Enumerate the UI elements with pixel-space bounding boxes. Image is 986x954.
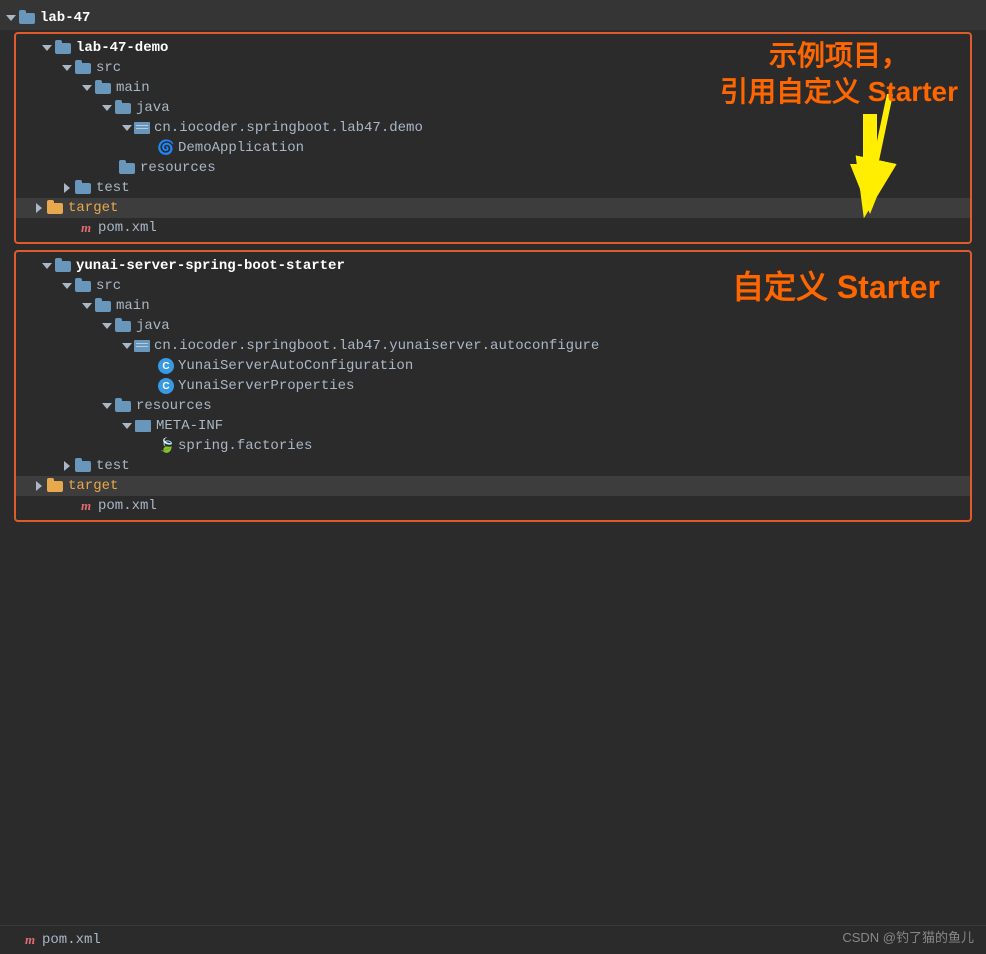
s2-auto-config[interactable]: C YunaiServerAutoConfiguration — [16, 356, 970, 376]
s2-maven-icon: m — [78, 498, 94, 514]
s2-main-triangle — [82, 303, 92, 309]
s1-src-folder — [74, 61, 92, 75]
s2-target-label: target — [68, 478, 118, 494]
s1-app-label: DemoApplication — [178, 140, 304, 156]
s1-src-triangle — [62, 65, 72, 71]
s2-res-label: resources — [136, 398, 212, 414]
s2-class-icon2: C — [158, 378, 174, 394]
s2-factories-label: spring.factories — [178, 438, 312, 454]
s1-root-label: lab-47-demo — [76, 40, 168, 56]
s2-src-label: src — [96, 278, 121, 294]
csdn-label: CSDN @钓了猫的鱼儿 — [842, 927, 974, 946]
root-folder-icon — [18, 11, 36, 25]
s1-test-triangle — [64, 183, 70, 193]
s2-target[interactable]: target — [16, 476, 970, 496]
section1-box: lab-47-demo src main java cn.iocoder.spr… — [14, 32, 972, 244]
s1-pom-label: pom.xml — [98, 220, 157, 236]
s2-ac-label: YunaiServerAutoConfiguration — [178, 358, 413, 374]
s2-properties[interactable]: C YunaiServerProperties — [16, 376, 970, 396]
s1-res-folder — [118, 161, 136, 175]
s2-main-label: main — [116, 298, 150, 314]
s2-java-label: java — [136, 318, 170, 334]
s1-java-folder — [114, 101, 132, 115]
s2-meta-label: META-INF — [156, 418, 223, 434]
s1-resources[interactable]: resources — [16, 158, 970, 178]
s2-test-triangle — [64, 461, 70, 471]
root-label: lab-47 — [40, 10, 90, 26]
s1-java[interactable]: java — [16, 98, 970, 118]
s1-java-triangle — [102, 105, 112, 111]
s1-pom[interactable]: m pom.xml — [16, 218, 970, 238]
s2-root-triangle — [42, 263, 52, 269]
s2-res-folder — [114, 399, 132, 413]
s1-java-label: java — [136, 100, 170, 116]
s1-target-triangle — [36, 203, 42, 213]
s2-main[interactable]: main — [16, 296, 970, 316]
root-item[interactable]: lab-47 — [0, 0, 986, 30]
s1-main-triangle — [82, 85, 92, 91]
s2-factories[interactable]: 🍃 spring.factories — [16, 436, 970, 456]
s1-test-label: test — [96, 180, 130, 196]
s1-test[interactable]: test — [16, 178, 970, 198]
s1-test-folder — [74, 181, 92, 195]
s1-res-label: resources — [140, 160, 216, 176]
s1-main[interactable]: main — [16, 78, 970, 98]
s2-package[interactable]: cn.iocoder.springboot.lab47.yunaiserver.… — [16, 336, 970, 356]
s1-target[interactable]: target — [16, 198, 970, 218]
s2-java-folder — [114, 319, 132, 333]
s2-class-icon1: C — [158, 358, 174, 374]
s1-src[interactable]: src — [16, 58, 970, 78]
section1-root[interactable]: lab-47-demo — [16, 38, 970, 58]
s2-java-triangle — [102, 323, 112, 329]
s2-pom[interactable]: m pom.xml — [16, 496, 970, 516]
s1-main-folder — [94, 81, 112, 95]
s1-spring-icon: 🌀 — [158, 140, 174, 156]
s2-main-folder — [94, 299, 112, 313]
s2-src-triangle — [62, 283, 72, 289]
file-tree: lab-47 lab-47-demo src main java — [0, 0, 986, 954]
s2-pom-label: pom.xml — [98, 498, 157, 514]
s2-factories-icon: 🍃 — [158, 438, 174, 454]
root-triangle — [6, 15, 16, 21]
s2-res-triangle — [102, 403, 112, 409]
s2-prop-label: YunaiServerProperties — [178, 378, 354, 394]
s2-meta-folder — [134, 419, 152, 433]
s2-pkg-triangle — [122, 343, 132, 349]
s2-pkg-label: cn.iocoder.springboot.lab47.yunaiserver.… — [154, 338, 599, 354]
s2-metainf[interactable]: META-INF — [16, 416, 970, 436]
s1-demo-app[interactable]: 🌀 DemoApplication — [16, 138, 970, 158]
s2-src-folder — [74, 279, 92, 293]
s2-test-label: test — [96, 458, 130, 474]
s1-main-label: main — [116, 80, 150, 96]
yellow-arrow — [830, 94, 910, 224]
s2-test[interactable]: test — [16, 456, 970, 476]
s1-root-triangle — [42, 45, 52, 51]
s1-target-label: target — [68, 200, 118, 216]
s2-resources[interactable]: resources — [16, 396, 970, 416]
s1-root-folder-icon — [54, 41, 72, 55]
section2-root[interactable]: yunai-server-spring-boot-starter — [16, 256, 970, 276]
s2-root-folder — [54, 259, 72, 273]
s2-target-triangle — [36, 481, 42, 491]
bottom-maven-icon: m — [22, 932, 38, 948]
s2-test-folder — [74, 459, 92, 473]
s2-src[interactable]: src — [16, 276, 970, 296]
s1-target-folder — [46, 201, 64, 215]
s1-pkg-triangle — [122, 125, 132, 131]
s1-pkg-icon — [134, 122, 150, 134]
s2-pkg-icon — [134, 340, 150, 352]
section2-box: yunai-server-spring-boot-starter 自定义 Sta… — [14, 250, 972, 522]
bottom-pom-label: pom.xml — [42, 932, 101, 948]
s1-pkg-label: cn.iocoder.springboot.lab47.demo — [154, 120, 423, 136]
s2-meta-triangle — [122, 423, 132, 429]
s1-package[interactable]: cn.iocoder.springboot.lab47.demo — [16, 118, 970, 138]
s2-target-folder — [46, 479, 64, 493]
s1-maven-icon: m — [78, 220, 94, 236]
s1-src-label: src — [96, 60, 121, 76]
s2-root-label: yunai-server-spring-boot-starter — [76, 258, 345, 274]
bottom-bar: m pom.xml — [0, 925, 986, 954]
s2-java[interactable]: java — [16, 316, 970, 336]
